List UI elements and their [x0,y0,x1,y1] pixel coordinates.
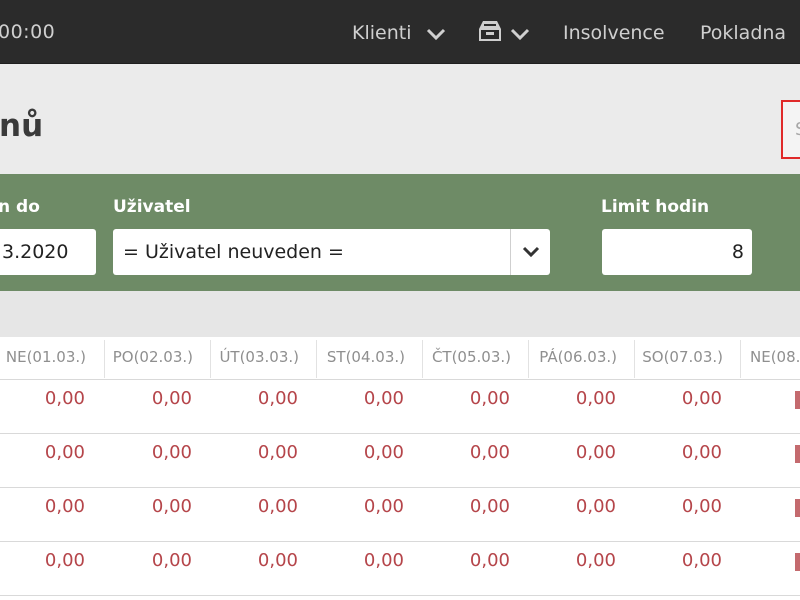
hour-limit-label: Limit hodin [601,197,710,217]
nav-item-klienti[interactable]: Klienti [352,22,411,44]
table-cell-clipped [795,391,800,409]
column-header[interactable]: NE(01.03.) [0,348,86,366]
table-cell: 0,00 [151,550,192,571]
select-dropdown-button[interactable] [510,229,550,275]
user-select[interactable]: = Uživatel neuveden = [113,229,550,275]
column-header[interactable]: SO(07.03.) [623,348,723,366]
date-to-label: n do [0,197,40,217]
date-to-value: 3.2020 [2,241,69,263]
user-select-value: = Uživatel neuveden = [123,241,344,263]
table-cell: 0,00 [44,550,85,571]
column-header[interactable]: PÁ(06.03.) [517,348,617,366]
top-navigation-bar: 00:00 Klienti Insolvence Pokladna [0,0,800,64]
table-cell: 0,00 [44,496,85,517]
chevron-down-icon[interactable] [509,26,531,42]
table-cell: 0,00 [575,496,616,517]
table-cell: 0,00 [257,388,298,409]
table-cell: 0,00 [469,442,510,463]
table-cell: 0,00 [257,442,298,463]
chevron-down-icon [522,246,540,258]
table-cell: 0,00 [151,442,192,463]
column-header[interactable]: ÚT(03.03.) [199,348,299,366]
table-cell: 0,00 [363,388,404,409]
chevron-down-icon[interactable] [425,26,447,42]
table-cell: 0,00 [469,496,510,517]
table-cell: 0,00 [257,496,298,517]
row-divider [0,379,800,380]
column-header[interactable]: ST(04.03.) [305,348,405,366]
table-cell: 0,00 [363,496,404,517]
row-divider [0,541,800,542]
user-label: Uživatel [113,197,191,217]
table-cell: 0,00 [469,550,510,571]
toolbar-band [0,291,800,337]
table-cell-clipped [795,553,800,571]
table-cell: 0,00 [681,388,722,409]
nav-item-pokladna[interactable]: Pokladna [700,22,786,44]
column-header[interactable]: NE(08. [750,348,800,366]
row-divider [0,433,800,434]
row-divider [0,595,800,596]
table-cell: 0,00 [575,388,616,409]
table-cell: 0,00 [575,442,616,463]
table-cell: 0,00 [363,550,404,571]
column-header[interactable]: ČT(05.03.) [411,348,511,366]
column-header[interactable]: PO(02.03.) [93,348,193,366]
search-input[interactable]: S [781,100,800,159]
table-cell: 0,00 [363,442,404,463]
table-cell: 0,00 [575,550,616,571]
table-cell: 0,00 [681,550,722,571]
nav-item-insolvence[interactable]: Insolvence [563,22,665,44]
page-title: nů [0,108,44,144]
table-cell: 0,00 [681,496,722,517]
date-to-field[interactable]: 3.2020 [0,229,96,275]
row-divider [0,487,800,488]
table-cell: 0,00 [44,388,85,409]
table-cell: 0,00 [151,388,192,409]
table-cell-clipped [795,499,800,517]
inbox-tray-icon[interactable] [478,20,502,42]
table-cell: 0,00 [257,550,298,571]
hour-limit-value: 8 [731,241,744,263]
table-cell: 0,00 [151,496,192,517]
table-cell: 0,00 [469,388,510,409]
table-cell: 0,00 [681,442,722,463]
table-cell-clipped [795,445,800,463]
session-clock: 00:00 [0,21,56,43]
column-divider [740,340,741,378]
search-placeholder: S [795,119,800,140]
hour-limit-field[interactable]: 8 [602,229,752,275]
table-cell: 0,00 [44,442,85,463]
